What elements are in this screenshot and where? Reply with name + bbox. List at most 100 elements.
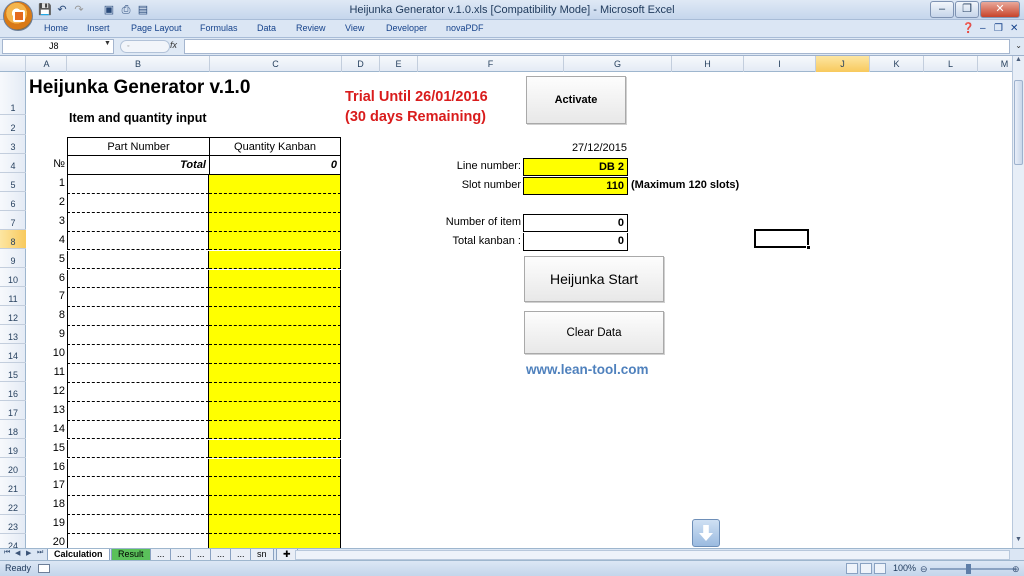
part-number-cell[interactable] [67, 458, 209, 478]
part-number-cell[interactable] [67, 326, 209, 345]
quantity-kanban-cell[interactable] [209, 288, 341, 308]
active-cell-j8[interactable] [754, 229, 811, 250]
column-header-c[interactable]: C [210, 56, 342, 72]
name-box[interactable]: J8 [2, 39, 114, 54]
row-header-13[interactable]: 13 [0, 325, 26, 344]
part-number-cell[interactable] [67, 212, 209, 232]
column-header-l[interactable]: L [924, 56, 978, 72]
part-number-cell[interactable] [67, 420, 209, 440]
column-header-j[interactable]: J [816, 56, 870, 72]
slot-number-value[interactable]: 110 [523, 177, 628, 195]
horizontal-scrollbar[interactable] [295, 550, 1010, 560]
part-number-cell[interactable] [67, 534, 209, 548]
column-header-k[interactable]: K [870, 56, 924, 72]
quantity-kanban-cell[interactable] [209, 439, 341, 459]
part-number-cell[interactable] [67, 231, 209, 251]
heijunka-start-button[interactable]: Heijunka Start [524, 256, 664, 302]
row-header-1[interactable]: 1 [0, 72, 26, 115]
quantity-kanban-cell[interactable] [209, 382, 341, 402]
activate-button[interactable]: Activate [526, 76, 626, 124]
prev-sheet-icon[interactable]: ◀ [15, 549, 20, 557]
row-header-23[interactable]: 23 [0, 515, 26, 534]
quantity-kanban-cell[interactable] [209, 345, 341, 364]
clear-data-button[interactable]: Clear Data [524, 311, 664, 354]
minimize-button[interactable]: – [930, 1, 954, 18]
row-header-12[interactable]: 12 [0, 306, 26, 325]
row-header-3[interactable]: 3 [0, 135, 26, 154]
part-number-cell[interactable] [67, 515, 209, 534]
part-number-cell[interactable] [67, 345, 209, 364]
quantity-kanban-cell[interactable] [209, 269, 341, 289]
zoom-out-icon[interactable]: ⊖ [920, 564, 928, 575]
chevron-down-icon[interactable]: ▼ [104, 40, 111, 47]
line-number-value[interactable]: DB 2 [523, 158, 628, 176]
quantity-kanban-cell[interactable] [209, 231, 341, 251]
tab-novapdf[interactable]: novaPDF [446, 23, 484, 33]
row-header-21[interactable]: 21 [0, 477, 26, 496]
quantity-kanban-cell[interactable] [209, 496, 341, 516]
expand-icon[interactable]: ⌄ [1015, 41, 1022, 50]
zoom-in-icon[interactable]: ⊕ [1012, 564, 1020, 575]
row-header-15[interactable]: 15 [0, 363, 26, 382]
fx-icon[interactable]: fx [170, 40, 177, 50]
select-all-corner[interactable] [0, 56, 26, 72]
row-header-4[interactable]: 4 [0, 154, 26, 173]
restore-button[interactable]: ❐ [955, 1, 979, 18]
row-header-2[interactable]: 2 [0, 115, 26, 135]
part-number-cell[interactable] [67, 288, 209, 308]
row-header-22[interactable]: 22 [0, 496, 26, 515]
help-icon[interactable]: ❓ [962, 23, 974, 34]
quantity-kanban-cell[interactable] [209, 212, 341, 232]
row-header-8[interactable]: 8 [0, 230, 26, 249]
row-header-20[interactable]: 20 [0, 458, 26, 477]
tab-home[interactable]: Home [44, 23, 68, 33]
zoom-level[interactable]: 100% [893, 563, 916, 573]
column-header-d[interactable]: D [342, 56, 380, 72]
row-header-18[interactable]: 18 [0, 420, 26, 439]
zoom-slider-knob[interactable] [966, 564, 971, 574]
quantity-kanban-cell[interactable] [209, 326, 341, 345]
part-number-cell[interactable] [67, 193, 209, 213]
part-number-cell[interactable] [67, 439, 209, 459]
tab-review[interactable]: Review [296, 23, 326, 33]
vertical-scrollbar[interactable]: ▲ ▼ [1012, 56, 1024, 548]
part-number-cell[interactable] [67, 175, 209, 194]
quantity-kanban-cell[interactable] [209, 364, 341, 383]
quantity-kanban-cell[interactable] [209, 401, 341, 421]
office-button[interactable] [3, 1, 33, 31]
page-layout-view-icon[interactable] [860, 563, 872, 574]
part-number-cell[interactable] [67, 269, 209, 289]
quantity-kanban-cell[interactable] [209, 477, 341, 497]
quantity-kanban-cell[interactable] [209, 458, 341, 478]
column-header-a[interactable]: A [27, 56, 67, 72]
fill-handle[interactable] [806, 245, 811, 250]
tab-insert[interactable]: Insert [87, 23, 110, 33]
zoom-slider[interactable] [930, 568, 1015, 570]
ribbon-close-icon[interactable]: ✕ [1010, 23, 1018, 34]
column-header-g[interactable]: G [564, 56, 672, 72]
tab-data[interactable]: Data [257, 23, 276, 33]
column-header-e[interactable]: E [380, 56, 418, 72]
page-break-view-icon[interactable] [874, 563, 886, 574]
part-number-cell[interactable] [67, 364, 209, 383]
part-number-cell[interactable] [67, 382, 209, 402]
part-number-cell[interactable] [67, 307, 209, 327]
part-number-cell[interactable] [67, 250, 209, 270]
row-header-16[interactable]: 16 [0, 382, 26, 401]
macro-record-icon[interactable] [38, 564, 50, 573]
row-header-7[interactable]: 7 [0, 211, 26, 230]
quantity-kanban-cell[interactable] [209, 193, 341, 213]
row-header-6[interactable]: 6 [0, 192, 26, 211]
row-header-14[interactable]: 14 [0, 344, 26, 363]
last-sheet-icon[interactable]: ⏭ [37, 549, 43, 557]
next-sheet-icon[interactable]: ▶ [26, 549, 31, 557]
row-header-11[interactable]: 11 [0, 287, 26, 306]
normal-view-icon[interactable] [846, 563, 858, 574]
close-button[interactable]: ✕ [980, 1, 1020, 18]
first-sheet-icon[interactable]: ⏮ [4, 549, 10, 557]
column-header-f[interactable]: F [418, 56, 564, 72]
quantity-kanban-cell[interactable] [209, 420, 341, 440]
part-number-cell[interactable] [67, 496, 209, 516]
vertical-scroll-thumb[interactable] [1014, 80, 1023, 165]
tab-view[interactable]: View [345, 23, 364, 33]
